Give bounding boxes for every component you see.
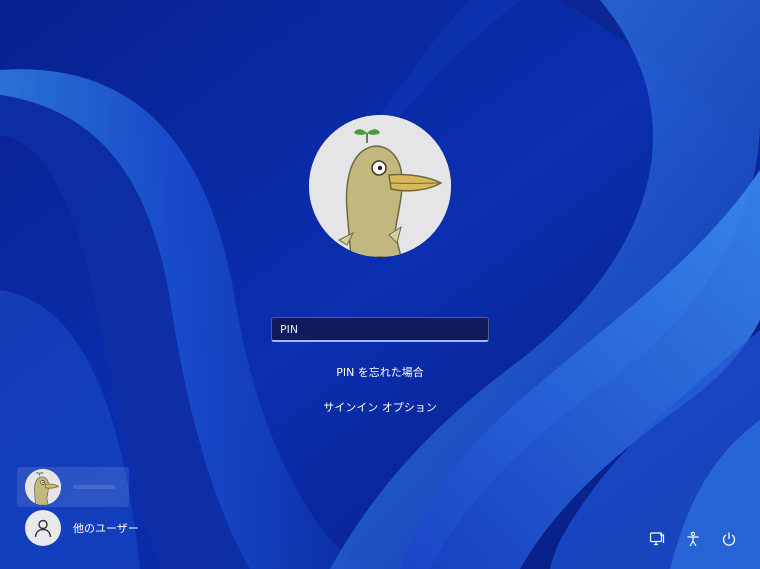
person-icon	[25, 510, 61, 546]
network-icon[interactable]	[648, 530, 666, 548]
pin-input[interactable]	[271, 317, 489, 342]
user-list-item-other[interactable]: 他のユーザー	[17, 508, 157, 548]
user-list-item-current[interactable]	[17, 467, 129, 507]
user-avatar	[309, 115, 451, 257]
sign-in-options-link[interactable]: サインイン オプション	[280, 399, 480, 415]
user-name-redacted	[73, 485, 115, 489]
user-list-item-label: 他のユーザー	[73, 522, 139, 535]
duck-avatar-icon	[25, 469, 61, 505]
duck-avatar-icon	[309, 115, 451, 257]
forgot-pin-link[interactable]: PIN を忘れた場合	[280, 364, 480, 380]
accessibility-icon[interactable]	[684, 530, 702, 548]
power-icon[interactable]	[720, 530, 738, 548]
